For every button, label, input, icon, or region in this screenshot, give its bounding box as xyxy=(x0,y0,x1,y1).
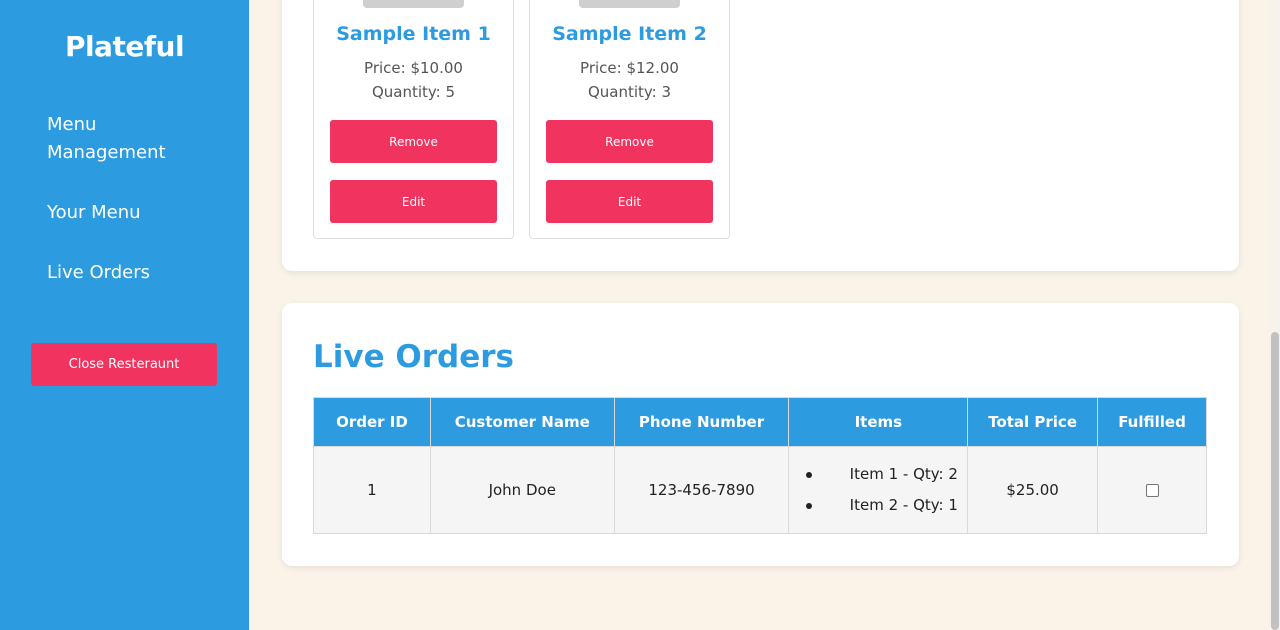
phone-number-cell: 123-456-7890 xyxy=(613,446,790,534)
menu-item-card: Sample Item 2 Price: $12.00 Quantity: 3 … xyxy=(529,0,730,239)
item-name: Sample Item 2 xyxy=(552,23,707,45)
orders-table: Order ID Customer Name Phone Number Item… xyxy=(313,397,1207,534)
column-header-fulfilled: Fulfilled xyxy=(1097,397,1207,447)
column-header-phone-number: Phone Number xyxy=(613,397,790,447)
edit-button[interactable]: Edit xyxy=(546,180,713,223)
sidebar-item-your-menu[interactable]: Your Menu xyxy=(47,199,187,227)
list-item: Item 2 - Qty: 1 xyxy=(806,490,967,521)
items-cell: Item 1 - Qty: 2 Item 2 - Qty: 1 xyxy=(788,446,969,534)
sidebar-item-live-orders[interactable]: Live Orders xyxy=(47,259,187,287)
total-price-cell: $25.00 xyxy=(967,446,1099,534)
item-image xyxy=(579,0,680,8)
item-quantity: Quantity: 3 xyxy=(587,83,672,101)
fulfilled-cell xyxy=(1097,446,1207,534)
column-header-customer-name: Customer Name xyxy=(429,397,615,447)
column-header-items: Items xyxy=(788,397,969,447)
page-scrollbar[interactable] xyxy=(1269,0,1280,630)
close-restaurant-button[interactable]: Close Resteraunt xyxy=(31,343,217,386)
remove-button[interactable]: Remove xyxy=(546,120,713,163)
fulfilled-checkbox[interactable] xyxy=(1145,484,1159,497)
live-orders-panel: Live Orders Order ID Customer Name Phone… xyxy=(282,303,1239,566)
items-list: Item 1 - Qty: 2 Item 2 - Qty: 1 xyxy=(806,459,967,521)
brand-logo-text: Plateful xyxy=(64,30,185,63)
customer-name-cell: John Doe xyxy=(429,446,615,534)
item-image xyxy=(363,0,464,8)
item-quantity: Quantity: 5 xyxy=(371,83,456,101)
item-name: Sample Item 1 xyxy=(336,23,491,45)
scrollbar-thumb[interactable] xyxy=(1271,332,1279,630)
item-price: Price: $10.00 xyxy=(364,59,463,77)
menu-item-card: Sample Item 1 Price: $10.00 Quantity: 5 … xyxy=(313,0,514,239)
menu-panel: Sample Item 1 Price: $10.00 Quantity: 5 … xyxy=(282,0,1239,271)
order-id-cell: 1 xyxy=(313,446,431,534)
column-header-total-price: Total Price xyxy=(967,397,1099,447)
table-row: 1 John Doe 123-456-7890 Item 1 - Qty: 2 … xyxy=(313,446,1207,534)
list-item: Item 1 - Qty: 2 xyxy=(806,459,967,490)
table-header-row: Order ID Customer Name Phone Number Item… xyxy=(313,397,1207,447)
live-orders-title: Live Orders xyxy=(313,339,515,375)
sidebar-item-menu-management[interactable]: Menu Management xyxy=(47,111,187,167)
item-price: Price: $12.00 xyxy=(580,59,679,77)
remove-button[interactable]: Remove xyxy=(330,120,497,163)
sidebar: Plateful Menu Management Your Menu Live … xyxy=(0,0,249,630)
column-header-order-id: Order ID xyxy=(313,397,431,447)
edit-button[interactable]: Edit xyxy=(330,180,497,223)
